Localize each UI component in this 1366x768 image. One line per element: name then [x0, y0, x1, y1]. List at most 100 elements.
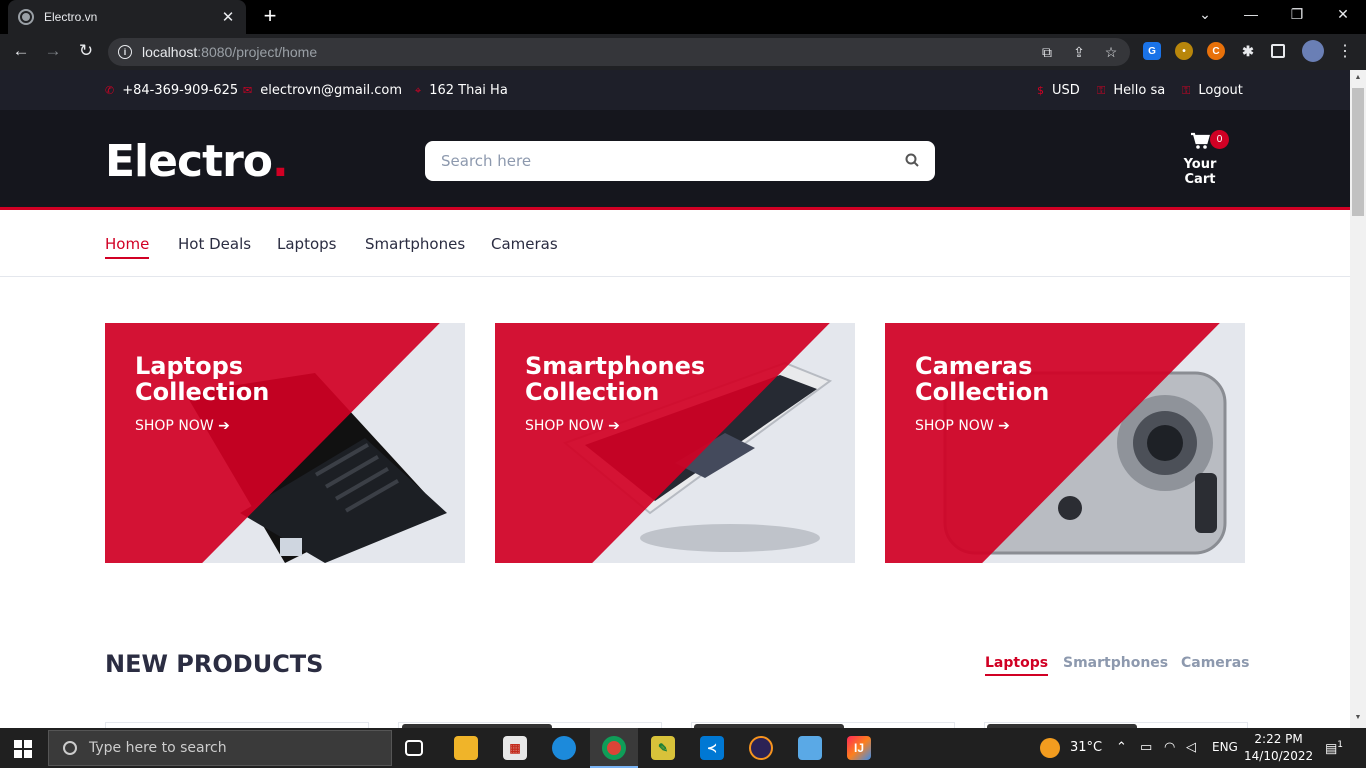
tab-search-icon[interactable]: ⌄ [1195, 6, 1215, 23]
collection-laptops[interactable]: Laptops Collection SHOP NOW ➔ [105, 323, 465, 563]
nav-smartphones[interactable]: Smartphones [365, 235, 465, 257]
temperature-text[interactable]: 31°C [1070, 740, 1102, 755]
restore-button[interactable]: ❐ [1287, 6, 1307, 23]
share-icon[interactable]: ⇪ [1070, 44, 1088, 61]
vscode-icon[interactable]: ≺ [700, 736, 724, 760]
clock-date: 14/10/2022 [1244, 749, 1314, 763]
profile-avatar-icon[interactable] [1302, 40, 1324, 62]
tab-laptops[interactable]: Laptops [985, 655, 1049, 676]
cube-app-icon[interactable] [798, 736, 822, 760]
address-bar[interactable]: i localhost:8080/project/home ⧉ ⇪ ☆ [108, 38, 1130, 66]
phone-link[interactable]: ✆ +84-369-909-625 [105, 83, 238, 98]
phone-icon: ✆ [105, 84, 115, 97]
task-view-icon[interactable] [405, 740, 423, 756]
scroll-thumb[interactable] [1352, 88, 1364, 216]
new-products-title: NEW PRODUCTS [105, 650, 324, 678]
cookie-extension-icon[interactable]: • [1175, 42, 1193, 60]
nav-laptops[interactable]: Laptops [277, 235, 336, 257]
site-logo[interactable]: Electro. [105, 136, 289, 187]
back-arrow-icon[interactable]: ← [10, 41, 32, 61]
chevron-up-icon[interactable]: ⌃ [1116, 740, 1127, 755]
side-panel-icon[interactable] [1271, 44, 1285, 58]
collection-title: Cameras Collection [915, 352, 1050, 406]
shop-now-link[interactable]: SHOP NOW ➔ [915, 418, 1010, 434]
user-lock-icon: ⚿ [1097, 83, 1106, 97]
forward-arrow-icon[interactable]: → [42, 41, 64, 61]
main-header: Electro. 0 Your Cart [0, 110, 1350, 210]
collection-cameras[interactable]: Cameras Collection SHOP NOW ➔ [885, 323, 1245, 563]
collection-title: Smartphones Collection [525, 352, 706, 406]
network-icon[interactable]: ▭ [1140, 740, 1152, 755]
browser-menu-icon[interactable]: ⋮ [1334, 41, 1356, 61]
taskbar-search[interactable]: Type here to search [48, 730, 392, 766]
logout-lock-icon: ⚿ [1182, 83, 1191, 97]
google-translate-extension-icon[interactable]: G [1143, 42, 1161, 60]
search-box [425, 141, 935, 181]
windows-start-icon[interactable] [14, 740, 32, 758]
nav-home[interactable]: Home [105, 235, 150, 259]
minimize-button[interactable]: — [1241, 6, 1261, 22]
app-icon[interactable]: ▦ [503, 736, 527, 760]
browser-tab[interactable]: Electro.vn ✕ [8, 0, 246, 34]
app-icon[interactable]: ✎ [651, 736, 675, 760]
currency-text: USD [1052, 83, 1080, 98]
volume-icon[interactable]: ◁ [1186, 740, 1196, 755]
email-text: electrovn@gmail.com [260, 83, 403, 98]
search-input[interactable] [441, 152, 905, 170]
tab-smartphones[interactable]: Smartphones [1063, 655, 1168, 674]
globe-icon [18, 9, 34, 25]
logout-link[interactable]: ⚿ Logout [1182, 83, 1243, 98]
scroll-down-arrow-icon[interactable]: ▼ [1354, 714, 1362, 721]
search-icon[interactable] [905, 153, 919, 170]
bookmark-star-icon[interactable]: ☆ [1102, 44, 1120, 61]
close-tab-icon[interactable]: ✕ [220, 8, 236, 26]
collection-smartphones[interactable]: Smartphones Collection SHOP NOW ➔ [495, 323, 855, 563]
close-window-button[interactable]: ✕ [1333, 6, 1353, 23]
browser-tab-strip: Electro.vn ✕ + ⌄ — ❐ ✕ [0, 0, 1366, 34]
windows-taskbar: Type here to search ▦ ✎ ≺ IJ 31°C ⌃ ▭ ◠ … [0, 728, 1366, 768]
taskbar-search-placeholder: Type here to search [89, 740, 227, 756]
tab-title: Electro.vn [44, 10, 98, 24]
language-indicator[interactable]: ENG [1212, 740, 1238, 754]
main-navigation: Home Hot Deals Laptops Smartphones Camer… [0, 213, 1350, 277]
reload-icon[interactable]: ↻ [75, 41, 97, 61]
address-link[interactable]: ⌖ 162 Thai Ha [415, 83, 508, 98]
scroll-up-arrow-icon[interactable]: ▲ [1354, 74, 1362, 81]
c-extension-icon[interactable]: C [1207, 42, 1225, 60]
url-text: localhost:8080/project/home [142, 44, 318, 60]
nav-hot-deals[interactable]: Hot Deals [178, 235, 251, 257]
weather-icon[interactable] [1040, 738, 1060, 758]
search-icon [63, 741, 77, 755]
currency-link[interactable]: $ USD [1037, 83, 1080, 98]
account-link[interactable]: ⚿ Hello sa [1097, 83, 1165, 98]
shop-now-link[interactable]: SHOP NOW ➔ [135, 418, 230, 434]
system-clock[interactable]: 2:22 PM 14/10/2022 [1244, 731, 1313, 765]
clock-time: 2:22 PM [1254, 732, 1303, 746]
eclipse-icon[interactable] [749, 736, 773, 760]
nav-cameras[interactable]: Cameras [491, 235, 558, 257]
shop-now-link[interactable]: SHOP NOW ➔ [525, 418, 620, 434]
email-link[interactable]: ✉ electrovn@gmail.com [243, 83, 402, 98]
cart-link[interactable]: 0 Your Cart [1166, 130, 1234, 187]
page-scrollbar[interactable]: ▲ ▼ [1350, 70, 1366, 728]
file-explorer-icon[interactable] [454, 736, 478, 760]
new-tab-button[interactable]: + [262, 5, 278, 27]
cart-count-badge: 0 [1210, 130, 1229, 149]
edge-browser-icon[interactable] [552, 736, 576, 760]
translate-icon[interactable]: ⧉ [1038, 44, 1056, 61]
browser-toolbar: ← → ↻ i localhost:8080/project/home ⧉ ⇪ … [0, 34, 1366, 70]
wifi-icon[interactable]: ◠ [1164, 740, 1175, 755]
logout-text: Logout [1198, 83, 1243, 98]
notification-icon[interactable]: ▤1 [1325, 740, 1343, 756]
web-page: ✆ +84-369-909-625 ✉ electrovn@gmail.com … [0, 70, 1350, 728]
envelope-icon: ✉ [243, 84, 253, 97]
site-info-icon[interactable]: i [118, 45, 132, 59]
puzzle-extensions-icon[interactable]: ✱ [1239, 42, 1257, 60]
address-text: 162 Thai Ha [429, 83, 508, 98]
chrome-browser-icon[interactable] [602, 736, 626, 760]
header-top-bar: ✆ +84-369-909-625 ✉ electrovn@gmail.com … [0, 70, 1350, 110]
dollar-icon: $ [1037, 84, 1044, 97]
intellij-icon[interactable]: IJ [847, 736, 871, 760]
tab-cameras[interactable]: Cameras [1181, 655, 1250, 674]
greeting-text: Hello sa [1113, 83, 1166, 98]
